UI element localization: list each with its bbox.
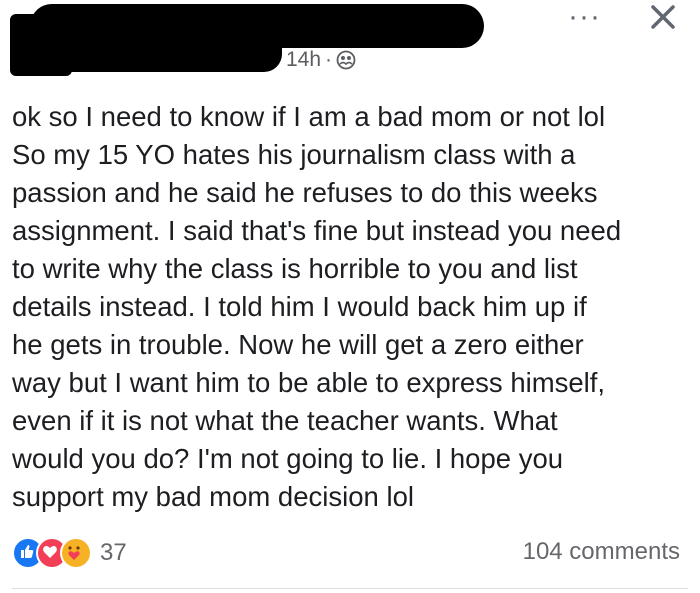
post-header: 14h · ··· [0,0,700,90]
post-body-text: ok so I need to know if I am a bad mom o… [12,101,622,512]
redacted-author-name-lower [30,36,282,72]
care-icon [60,537,92,569]
post-meta: 14h · [286,48,356,72]
comments-count-link[interactable]: 104 comments [523,538,680,566]
reaction-count: 37 [100,539,127,566]
post-footer: 37 104 comments [0,534,700,574]
footer-divider [12,588,688,589]
friends-icon [336,50,356,70]
reactions-summary[interactable]: 37 [12,537,127,569]
meta-separator: · [325,48,333,71]
close-icon[interactable] [646,0,680,34]
post-time[interactable]: 14h [286,48,321,72]
more-options-button[interactable]: ··· [568,2,601,32]
